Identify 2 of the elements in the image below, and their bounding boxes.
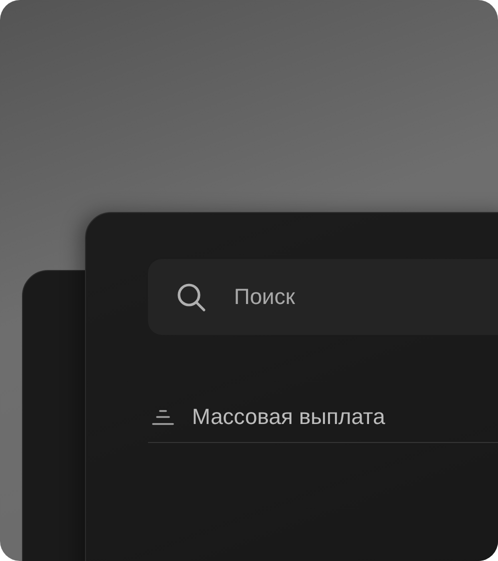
menu-item[interactable]: Массовая выплата — [148, 391, 498, 443]
search-field[interactable]: Поиск — [148, 259, 498, 335]
